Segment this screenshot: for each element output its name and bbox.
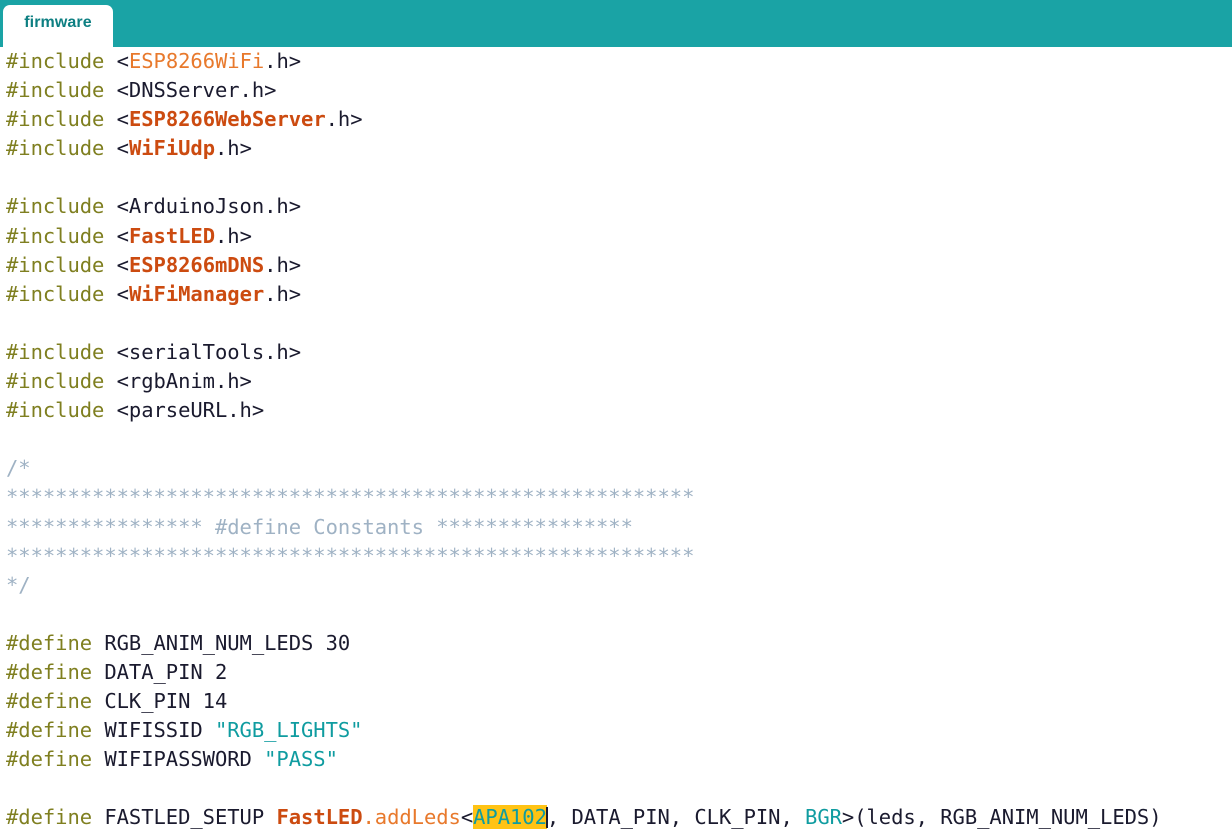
- code-token: #include: [6, 339, 105, 364]
- code-token: <: [104, 107, 129, 132]
- code-token: <: [104, 136, 129, 161]
- tab-firmware[interactable]: firmware: [3, 5, 113, 51]
- code-line: #define WIFIPASSWORD "PASS": [6, 745, 1162, 774]
- code-line: #include <ESP8266WiFi.h>: [6, 47, 1162, 76]
- code-token: WiFiManager: [128, 281, 265, 306]
- tab-bar: firmware: [0, 0, 1232, 51]
- code-line: #define RGB_ANIM_NUM_LEDS 30: [6, 629, 1162, 658]
- code-token: #include: [6, 369, 105, 394]
- code-token: #include: [6, 136, 105, 161]
- code-token: #define: [6, 630, 93, 655]
- search-highlight: APA102: [473, 805, 547, 830]
- code-token: .h>: [264, 252, 302, 277]
- code-token: .h>: [214, 136, 252, 161]
- code-line: #include <parseURL.h>: [6, 396, 1162, 425]
- code-token: ****************************************…: [6, 485, 695, 510]
- code-line: /*: [6, 454, 1162, 483]
- code-line: #define WIFISSID "RGB_LIGHTS": [6, 716, 1162, 745]
- code-token: WiFiUdp: [128, 136, 215, 161]
- code-token: .: [362, 805, 375, 830]
- code-token: WIFISSID: [92, 718, 215, 743]
- code-line: #include <ArduinoJson.h>: [6, 192, 1162, 221]
- code-token: "PASS": [264, 747, 338, 772]
- code-line: #include <serialTools.h>: [6, 338, 1162, 367]
- code-token: #define: [6, 747, 93, 772]
- code-line: #include <DNSServer.h>: [6, 76, 1162, 105]
- code-line: #include <ESP8266mDNS.h>: [6, 251, 1162, 280]
- code-token: >(leds, RGB_ANIM_NUM_LEDS): [841, 805, 1162, 830]
- tab-firmware-label: firmware: [24, 14, 92, 31]
- code-token: .h>: [325, 107, 363, 132]
- code-token: .h>: [264, 49, 302, 73]
- code-token: #include: [6, 252, 105, 277]
- code-line: ****************************************…: [6, 483, 1162, 512]
- code-token: .h>: [214, 223, 252, 248]
- code-line: #include <FastLED.h>: [6, 222, 1162, 251]
- code-token: "RGB_LIGHTS": [214, 718, 363, 743]
- code-token: #include: [6, 398, 105, 423]
- code-token: #define: [6, 689, 93, 714]
- code-token: BGR: [805, 805, 842, 830]
- code-line: #include <ESP8266WebServer.h>: [6, 105, 1162, 134]
- code-token: <parseURL.h>: [104, 398, 265, 423]
- code-token: FastLED: [128, 223, 215, 248]
- code-line: ****************************************…: [6, 542, 1162, 571]
- code-line: #define FASTLED_SETUP FastLED.addLeds<AP…: [6, 803, 1162, 831]
- code-token: <: [104, 281, 129, 306]
- code-editor[interactable]: #include <ESP8266WiFi.h> #include <DNSSer…: [0, 47, 1232, 831]
- code-token: #define: [6, 805, 93, 830]
- code-token: FastLED: [276, 805, 363, 830]
- code-token: DATA_PIN 2: [92, 659, 228, 684]
- code-token: #include: [6, 49, 105, 73]
- code-token: <rgbAnim.h>: [104, 369, 252, 394]
- code-token: ESP8266WiFi: [128, 49, 265, 73]
- code-token: CLK_PIN 14: [92, 689, 228, 714]
- code-token: <: [104, 252, 129, 277]
- code-token: #include: [6, 223, 105, 248]
- code-content[interactable]: #include <ESP8266WiFi.h> #include <DNSSer…: [6, 47, 1162, 831]
- code-token: ESP8266mDNS: [128, 252, 265, 277]
- code-token: **************** #define Constants *****…: [6, 514, 633, 539]
- code-token: WIFIPASSWORD: [92, 747, 265, 772]
- code-token: #include: [6, 194, 105, 219]
- code-token: <serialTools.h>: [104, 339, 302, 364]
- code-token: #include: [6, 107, 105, 132]
- code-line: */: [6, 571, 1162, 600]
- code-line: #include <WiFiManager.h>: [6, 280, 1162, 309]
- code-token: .h>: [264, 281, 302, 306]
- code-line: **************** #define Constants *****…: [6, 513, 1162, 542]
- code-token: #define: [6, 718, 93, 743]
- code-token: #include: [6, 281, 105, 306]
- code-line: #include <rgbAnim.h>: [6, 367, 1162, 396]
- code-token: , DATA_PIN, CLK_PIN,: [546, 805, 806, 830]
- code-line: #define DATA_PIN 2: [6, 658, 1162, 687]
- code-token: #define: [6, 659, 93, 684]
- code-token: addLeds: [374, 805, 461, 830]
- code-token: /*: [6, 456, 31, 481]
- code-token: <ArduinoJson.h>: [104, 194, 302, 219]
- code-token: RGB_ANIM_NUM_LEDS 30: [92, 630, 351, 655]
- code-token: ****************************************…: [6, 543, 695, 568]
- code-line: #define CLK_PIN 14: [6, 687, 1162, 716]
- code-token: ESP8266WebServer: [128, 107, 326, 132]
- code-token: */: [6, 572, 31, 597]
- code-token: #include: [6, 78, 105, 103]
- code-token: FASTLED_SETUP: [92, 805, 277, 830]
- code-token: <: [104, 223, 129, 248]
- code-token: <DNSServer.h>: [104, 78, 277, 103]
- code-line: #include <WiFiUdp.h>: [6, 134, 1162, 163]
- code-token: <: [104, 49, 129, 73]
- code-token: <: [460, 805, 474, 830]
